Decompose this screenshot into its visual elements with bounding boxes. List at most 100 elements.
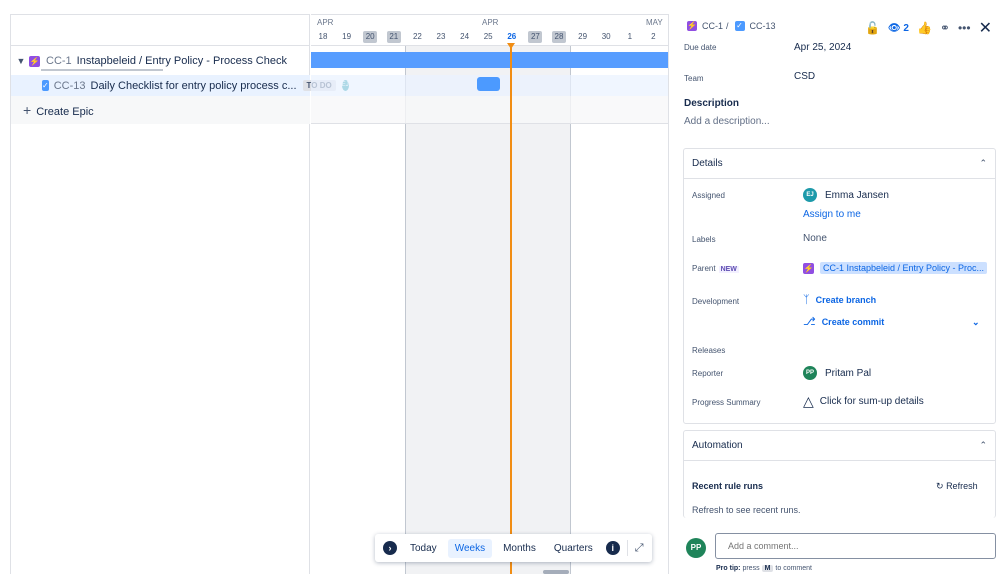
details-card-header[interactable]: Details ⌃ <box>684 149 995 179</box>
pro-tip-label: Pro tip: <box>716 565 741 572</box>
create-epic-row[interactable]: + Create Epic <box>11 96 310 124</box>
view-today-button[interactable]: Today <box>403 539 444 558</box>
commit-icon: ⎇ <box>803 316 816 328</box>
description-input[interactable]: Add a description... <box>684 116 770 127</box>
detail-topbar: ⚡ CC-1 / ✓ CC-13 🔓 👁 2 👍 ⚭ ••• ✕ <box>669 14 999 38</box>
day-label: 28 <box>552 31 566 43</box>
refresh-icon: ↻ <box>936 481 944 491</box>
day-label: 23 <box>436 32 446 41</box>
labels-label: Labels <box>692 235 716 244</box>
day-label: 27 <box>528 31 543 43</box>
chevron-down-icon[interactable]: ▼ <box>13 56 29 66</box>
labels-value[interactable]: None <box>803 233 827 244</box>
pro-tip-suffix: to comment <box>775 565 812 572</box>
automation-title: Automation <box>692 440 743 451</box>
chevron-up-icon[interactable]: ⌃ <box>979 440 987 451</box>
breadcrumb-parent[interactable]: CC-1 <box>702 21 723 31</box>
day-label: 1 <box>627 32 633 41</box>
team-label: Team <box>684 74 704 83</box>
view-switcher: › Today Weeks Months Quarters i ⤢ <box>375 534 652 562</box>
assignee-field[interactable]: EJ Emma Jansen <box>803 188 889 202</box>
create-commit-button[interactable]: ⎇ Create commit <box>803 315 884 328</box>
epic-summary[interactable]: Instapbeleid / Entry Policy - Process Ch… <box>77 55 287 67</box>
branch-icon: ᛉ <box>803 294 810 306</box>
issue-list-panel: ▼ ⚡ CC-1 Instapbeleid / Entry Policy - P… <box>10 14 349 574</box>
parent-field[interactable]: ⚡ CC-1 Instapbeleid / Entry Policy - Pro… <box>803 262 988 274</box>
avatar: PP <box>686 538 706 558</box>
view-weeks-button[interactable]: Weeks <box>447 538 493 558</box>
chevron-down-icon[interactable]: ⌄ <box>972 317 980 328</box>
create-epic-button[interactable]: + Create Epic <box>23 102 94 118</box>
breadcrumb-issue[interactable]: CC-13 <box>750 21 776 31</box>
day-label: 25 <box>483 32 493 41</box>
task-checkbox-icon: ✓ <box>42 80 49 91</box>
thumbs-up-icon[interactable]: 👍 <box>917 21 932 35</box>
day-label: 22 <box>412 32 422 41</box>
parent-value[interactable]: CC-1 Instapbeleid / Entry Policy - Proc.… <box>820 262 988 274</box>
parent-label-text: Parent <box>692 264 716 273</box>
share-icon[interactable]: ⚭ <box>940 21 950 35</box>
due-date-value[interactable]: Apr 25, 2024 <box>794 42 851 53</box>
assign-to-me-link[interactable]: Assign to me <box>803 209 861 220</box>
day-label: 26 <box>507 32 517 41</box>
info-icon[interactable]: i <box>605 541 620 555</box>
comment-input[interactable] <box>715 533 996 559</box>
epic-lightning-icon: ⚡ <box>29 55 40 67</box>
task-checkbox-icon: ✓ <box>734 21 745 31</box>
horizontal-scrollbar[interactable] <box>543 570 569 574</box>
pro-tip-press: press <box>742 565 760 572</box>
create-branch-button[interactable]: ᛉ Create branch <box>803 294 876 306</box>
epic-timeline-bar[interactable] <box>311 52 668 68</box>
chevron-right-icon[interactable]: › <box>383 541 397 555</box>
sum-up-logo-icon: △ <box>803 393 814 409</box>
day-label: 2 <box>651 32 656 41</box>
new-badge: NEW <box>718 266 739 273</box>
task-timeline-bar[interactable] <box>477 77 500 91</box>
issue-detail-panel: ⚡ CC-1 / ✓ CC-13 🔓 👁 2 👍 ⚭ ••• ✕ Due dat… <box>668 14 999 574</box>
development-label: Development <box>692 297 740 306</box>
epic-lightning-icon: ⚡ <box>687 21 697 31</box>
child-key[interactable]: CC-13 <box>54 80 86 92</box>
keyboard-key: M <box>761 565 774 572</box>
comment-bar: PP Pro tip: pressMto comment <box>669 522 999 574</box>
chevron-up-icon[interactable]: ⌃ <box>979 158 987 169</box>
today-marker-arrow <box>507 43 515 49</box>
breadcrumb-separator: / <box>726 21 729 31</box>
view-quarters-button[interactable]: Quarters <box>547 539 600 558</box>
close-icon[interactable]: ✕ <box>979 18 992 38</box>
day-label: 30 <box>601 32 611 41</box>
create-epic-label: Create Epic <box>36 106 94 118</box>
epic-lightning-icon: ⚡ <box>803 262 814 274</box>
watch-button[interactable]: 👁 2 <box>888 23 909 34</box>
epic-key[interactable]: CC-1 <box>46 55 72 67</box>
day-label: 20 <box>363 31 378 43</box>
lock-icon[interactable]: 🔓 <box>865 21 880 35</box>
today-marker-line <box>510 44 512 574</box>
day-label: 21 <box>386 31 401 43</box>
timeline-header: APR APR MAY 18 19 20 21 22 23 24 25 26 27 28 29 30 1 2 <box>311 14 668 46</box>
month-label: APR <box>317 18 334 27</box>
team-value[interactable]: CSD <box>794 71 815 82</box>
reporter-name: Pritam Pal <box>825 367 872 379</box>
avatar: PP <box>803 366 817 380</box>
progress-summary-field[interactable]: △ Click for sum-up details <box>803 393 924 410</box>
view-months-button[interactable]: Months <box>496 539 543 558</box>
timeline-grid[interactable]: APR APR MAY 18 19 20 21 22 23 24 25 26 27 28 29 30 1 2 <box>311 14 668 574</box>
child-issue-row[interactable]: ✓ CC-13 Daily Checklist for entry policy… <box>11 75 349 96</box>
day-label: 24 <box>460 32 470 41</box>
assignee-name: Emma Jansen <box>825 189 889 201</box>
child-summary[interactable]: Daily Checklist for entry policy process… <box>91 80 297 92</box>
reporter-field[interactable]: PP Pritam Pal <box>803 366 871 380</box>
description-title: Description <box>684 98 740 109</box>
refresh-button[interactable]: ↻ Refresh <box>936 481 978 492</box>
releases-label: Releases <box>692 346 726 355</box>
details-title: Details <box>692 158 723 169</box>
list-header <box>11 14 309 46</box>
automation-card-header[interactable]: Automation ⌃ <box>684 431 995 461</box>
recent-rule-runs-title: Recent rule runs <box>692 481 764 491</box>
pro-tip: Pro tip: press Mto comment <box>716 565 812 572</box>
avatar: EJ <box>803 188 817 202</box>
expand-icon[interactable]: ⤢ <box>635 542 644 555</box>
plus-icon: + <box>23 102 32 118</box>
more-icon[interactable]: ••• <box>958 21 971 35</box>
